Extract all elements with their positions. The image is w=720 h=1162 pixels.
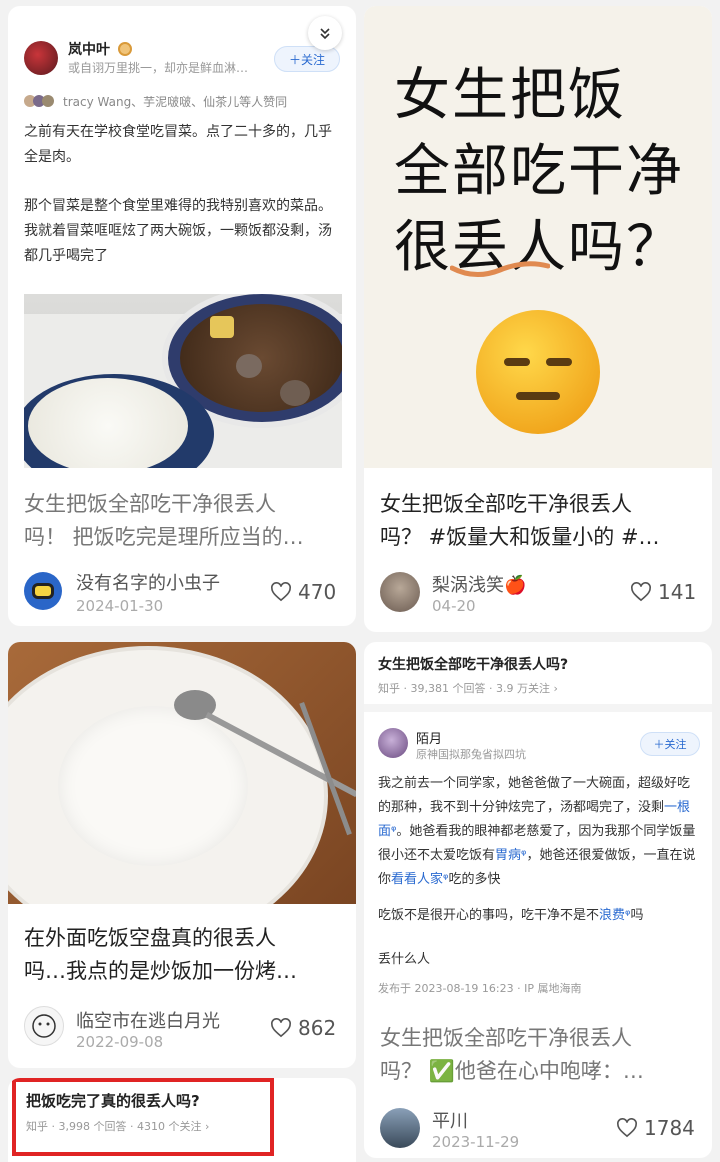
- post-title[interactable]: 在外面吃饭空盘真的很丢人 吗…我点的是炒饭加一份烤…: [24, 922, 344, 988]
- badge-icon: [118, 42, 132, 56]
- post-title-line-2: 吗？ ✅他爸在心中咆哮：…: [380, 1059, 644, 1083]
- empty-plate-photo[interactable]: [8, 642, 356, 904]
- post-title[interactable]: 女生把饭全部吃干净很丢人 吗？ ✅他爸在心中咆哮：…: [380, 1022, 700, 1088]
- post-date: 04-20: [432, 597, 476, 615]
- search-link-2[interactable]: 胃病: [495, 848, 521, 863]
- answer-paragraph-2: 那个冒菜是整个食堂里难得的我特别喜欢的菜品。我就着冒菜哐哐炫了两大碗饭，一颗饭都…: [24, 198, 332, 264]
- cover-text-line-1: 女生把饭: [394, 63, 626, 128]
- poster-name[interactable]: 平川: [432, 1107, 468, 1133]
- divider: [364, 704, 712, 712]
- question-meta: 知乎 · 3,998 个回答 · 4310 个关注 ›: [26, 1120, 210, 1133]
- post-card-4[interactable]: 女生把饭全部吃干净很丢人吗? 知乎 · 39,381 个回答 · 3.9 万关注…: [364, 642, 712, 1158]
- collapse-chevron-icon[interactable]: [308, 16, 342, 50]
- poster-avatar[interactable]: [380, 572, 420, 612]
- cover-image[interactable]: 女生把饭 全部吃干净 很丢人吗？: [364, 6, 712, 468]
- post-title-line-2: 吗！ 把饭吃完是理所应当的…: [24, 525, 304, 549]
- like-count: 141: [658, 580, 697, 604]
- answer-paragraph-1: 我之前去一个同学家，她爸爸做了一大碗面，超级好吃的那种，我不到十分钟炫完了，汤都…: [378, 776, 696, 887]
- neutral-face-emoji-icon: [476, 310, 600, 434]
- like-button[interactable]: 1784: [616, 1116, 695, 1140]
- follow-button[interactable]: ＋关注: [274, 46, 340, 72]
- like-count: 1784: [644, 1116, 695, 1140]
- author-avatar[interactable]: [24, 41, 58, 75]
- poster-name[interactable]: 没有名字的小虫子: [76, 569, 220, 595]
- answer-paragraph-3: 丢什么人: [378, 952, 431, 967]
- post-title[interactable]: 女生把饭全部吃干净很丢人 吗！ 把饭吃完是理所应当的…: [24, 488, 344, 554]
- poster-avatar[interactable]: [24, 1006, 64, 1046]
- author-tagline: 或自诩万里挑一，却亦是鲜血淋…: [68, 61, 249, 75]
- post-date: 2023-11-29: [432, 1133, 520, 1151]
- like-count: 470: [298, 580, 337, 604]
- answer-author-avatar[interactable]: [378, 728, 408, 758]
- poster-name[interactable]: 临空市在逃白月光: [76, 1007, 220, 1033]
- underline-squiggle-icon: [450, 261, 550, 277]
- answer-author-name[interactable]: 岚中叶: [68, 39, 110, 59]
- like-button[interactable]: 470: [270, 580, 336, 604]
- poster-avatar[interactable]: [24, 572, 62, 610]
- search-link-4[interactable]: 浪费: [599, 908, 625, 923]
- post-card-1[interactable]: 岚中叶 或自诩万里挑一，却亦是鲜血淋… ＋关注 tracy Wang、芋泥啵啵、…: [8, 6, 356, 626]
- post-date: 2024-01-30: [76, 597, 164, 615]
- post-card-2[interactable]: 女生把饭 全部吃干净 很丢人吗？ 女生把饭全部吃干净很丢人 吗？ #饭量大和饭量…: [364, 6, 712, 632]
- heart-icon: [631, 582, 651, 602]
- heart-icon: [617, 1118, 637, 1138]
- heart-icon: [271, 582, 291, 602]
- like-button[interactable]: 141: [630, 580, 696, 604]
- post-date: 2022-09-08: [76, 1033, 164, 1051]
- post-title-line-1: 女生把饭全部吃干净很丢人: [24, 492, 276, 516]
- post-card-5[interactable]: 把饭吃完了真的很丢人吗? 知乎 · 3,998 个回答 · 4310 个关注 ›: [8, 1078, 356, 1162]
- post-title-line-2: 吗…我点的是炒饭加一份烤…: [24, 959, 297, 983]
- poster-name[interactable]: 梨涡浅笑🍎: [432, 571, 526, 597]
- publish-info: 发布于 2023-08-19 16:23 · IP 属地海南: [378, 982, 582, 995]
- post-title-line-2: 吗？ #饭量大和饭量小的 #…: [380, 525, 660, 549]
- liked-by-avatars: [24, 95, 62, 107]
- search-link-3[interactable]: 看看人家: [391, 872, 443, 887]
- like-button[interactable]: 862: [270, 1016, 336, 1040]
- answer-author-tagline: 原神国拟那兔省拟四坑: [416, 748, 526, 761]
- post-title-line-1: 女生把饭全部吃干净很丢人: [380, 492, 632, 516]
- heart-icon: [271, 1018, 291, 1038]
- question-title[interactable]: 女生把饭全部吃干净很丢人吗?: [378, 654, 568, 674]
- post-title-line-1: 在外面吃饭空盘真的很丢人: [24, 926, 276, 950]
- question-meta: 知乎 · 39,381 个回答 · 3.9 万关注 ›: [378, 682, 558, 695]
- follow-button[interactable]: ＋关注: [640, 732, 700, 756]
- poster-avatar[interactable]: [380, 1108, 420, 1148]
- answer-author-name[interactable]: 陌月: [416, 728, 442, 747]
- post-card-3[interactable]: 在外面吃饭空盘真的很丢人 吗…我点的是炒饭加一份烤… 临空市在逃白月光 2022…: [8, 642, 356, 1068]
- answer-paragraph-2: 吃饭不是很开心的事吗，吃干净不是不浪费ᵠ吗: [378, 908, 644, 923]
- answer-paragraph-1: 之前有天在学校食堂吃冒菜。点了二十多的，几乎全是肉。: [24, 124, 332, 165]
- liked-by-text: tracy Wang、芋泥啵啵、仙茶儿等人赞同: [63, 95, 288, 109]
- post-title[interactable]: 女生把饭全部吃干净很丢人 吗？ #饭量大和饭量小的 #…: [380, 488, 700, 554]
- like-count: 862: [298, 1016, 337, 1040]
- question-title[interactable]: 把饭吃完了真的很丢人吗?: [26, 1090, 200, 1111]
- food-photo[interactable]: [24, 294, 342, 468]
- post-title-line-1: 女生把饭全部吃干净很丢人: [380, 1026, 632, 1050]
- cover-text-line-2: 全部吃干净: [394, 139, 684, 204]
